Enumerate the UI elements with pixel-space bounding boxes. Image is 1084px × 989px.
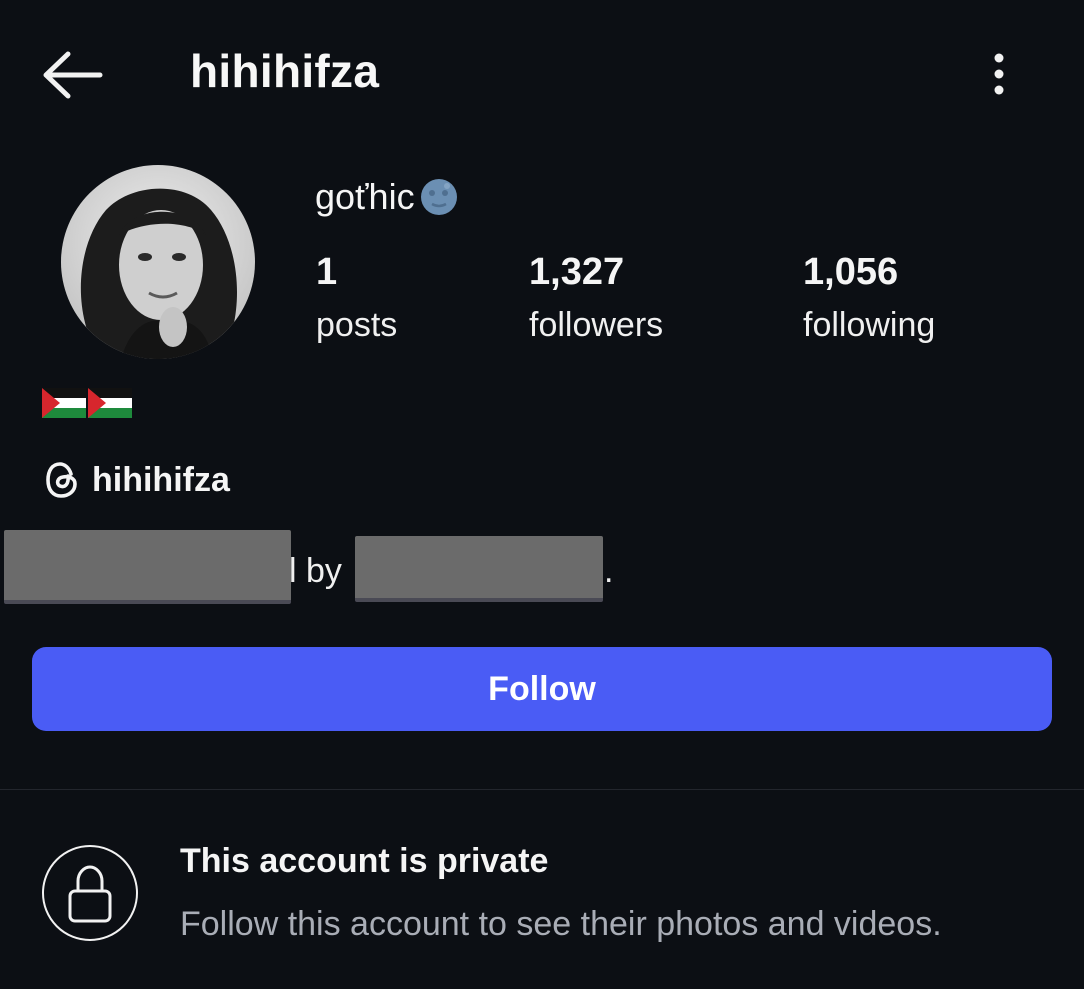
mutual-text: l by (289, 552, 342, 590)
threads-icon (46, 462, 77, 498)
arrow-left-icon (43, 51, 103, 99)
following-label: following (803, 306, 936, 344)
more-options-button[interactable] (980, 46, 1020, 102)
avatar-image (61, 165, 255, 359)
private-title: This account is private (180, 842, 549, 880)
follow-button[interactable]: Follow (32, 647, 1052, 731)
mutual-suffix: . (604, 552, 614, 590)
display-name-text: goťhic (315, 176, 415, 217)
followers-label: followers (529, 306, 664, 344)
vertical-dots-icon (994, 53, 1004, 95)
threads-link[interactable]: hihihifza (44, 460, 230, 500)
redacted-block (4, 530, 291, 604)
display-name: goťhic (315, 176, 459, 218)
back-button[interactable] (36, 44, 110, 104)
bio (42, 388, 132, 418)
palestine-flag-icon (42, 388, 86, 418)
stat-posts[interactable]: 1 posts (316, 250, 397, 356)
stat-followers[interactable]: 1,327 followers (529, 250, 663, 356)
divider (0, 789, 1084, 790)
new-moon-face-icon (419, 177, 459, 217)
posts-label: posts (316, 306, 398, 344)
lock-icon (42, 845, 138, 941)
threads-handle: hihihifza (92, 460, 230, 499)
private-subtitle: Follow this account to see their photos … (180, 905, 942, 943)
followers-count: 1,327 (529, 251, 625, 293)
stat-following[interactable]: 1,056 following (803, 250, 935, 356)
following-count: 1,056 (803, 251, 899, 293)
palestine-flag-icon (88, 388, 132, 418)
page-title: hihihifza (190, 45, 380, 97)
avatar[interactable] (61, 165, 255, 359)
redacted-block (355, 536, 603, 602)
mutual-followers[interactable]: l by . (0, 528, 640, 608)
posts-count: 1 (316, 251, 338, 293)
